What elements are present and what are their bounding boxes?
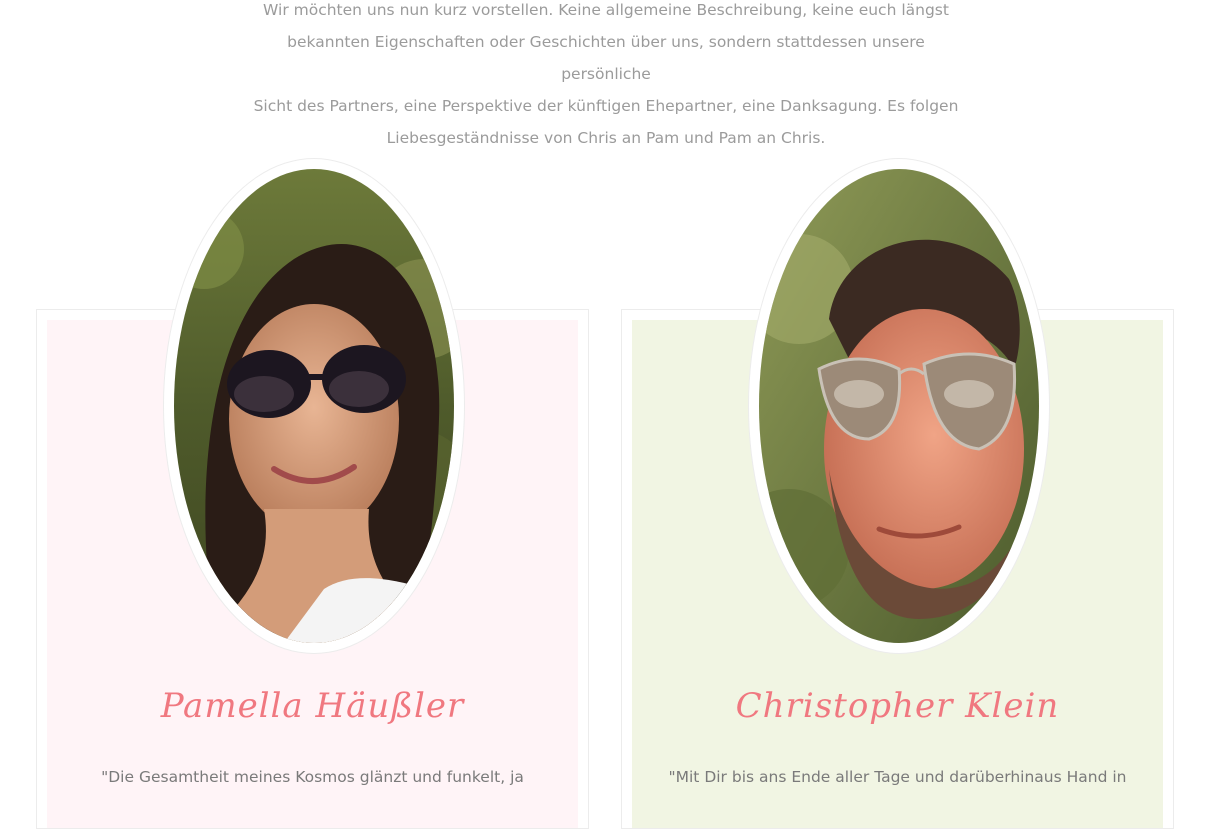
christopher-photo	[759, 169, 1039, 643]
intro-line: Liebesgeständnisse von Chris an Pam und …	[386, 129, 826, 147]
profile-quote-pamella: "Die Gesamtheit meines Kosmos glänzt und…	[101, 768, 524, 786]
profile-quote-christopher: "Mit Dir bis ans Ende aller Tage und dar…	[668, 768, 1127, 786]
intro-line: Sicht des Partners, eine Perspektive der…	[253, 97, 959, 115]
pamella-photo	[174, 169, 454, 643]
intro-line: Wir möchten uns nun kurz vorstellen. Kei…	[263, 1, 949, 19]
profile-name-pamella: Pamella Häußler	[160, 686, 465, 726]
profile-name-christopher: Christopher Klein	[735, 686, 1060, 726]
intro-line: bekannten Eigenschaften oder Geschichten…	[287, 33, 925, 83]
man-sunglasses-photo-icon	[759, 169, 1039, 643]
woman-sunglasses-photo-icon	[174, 169, 454, 643]
intro-text: Wir möchten uns nun kurz vorstellen. Kei…	[240, 0, 972, 154]
